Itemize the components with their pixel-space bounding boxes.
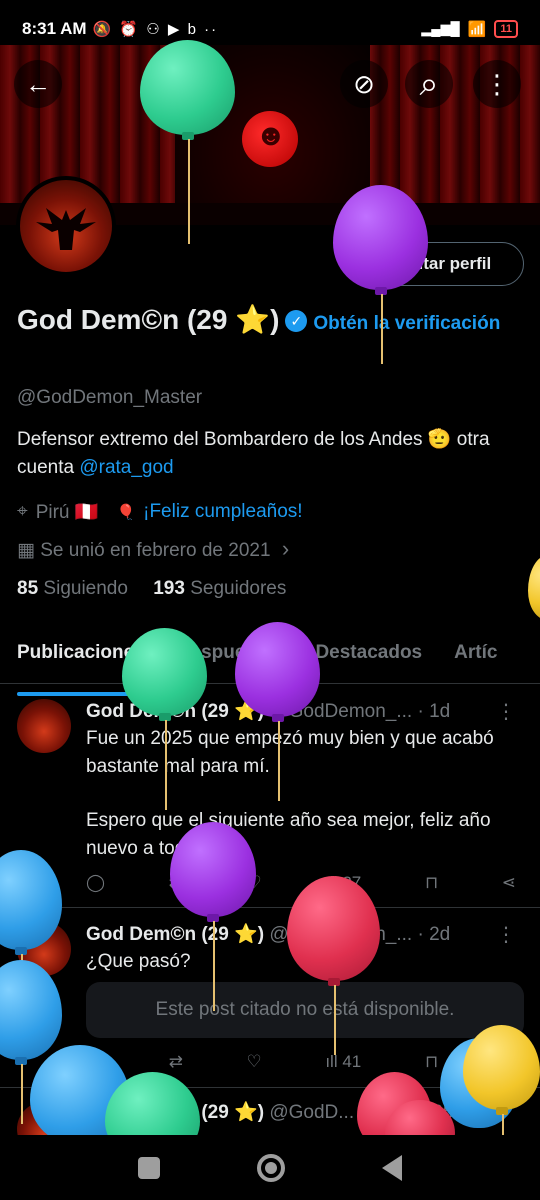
quoted-post-unavailable: Este post citado no está disponible. (86, 982, 524, 1038)
post-text: Fue un 2025 que empezó muy bien y que ac… (86, 728, 494, 777)
followers-link[interactable]: 193 Seguidores (153, 578, 286, 599)
balloon-decoration (528, 555, 540, 620)
search-icon: ⌕ (419, 64, 439, 103)
bookmark-icon[interactable]: ⊓ (425, 1052, 438, 1072)
follow-stats: 85 Siguiendo 193 Seguidores (17, 578, 286, 600)
joined-date: Se unió en febrero de 2021 (40, 540, 271, 561)
demon-silhouette (36, 208, 96, 250)
profile-tabs: Publicaciones Respuestas Destacados Artí… (0, 634, 540, 696)
post-more-icon[interactable]: ⋮ (496, 699, 516, 724)
balloon-icon: 🎈 (116, 504, 136, 521)
hide-icon: ⊘ (353, 68, 375, 99)
post-actions: ◯ ⇄ ♡ ıll 41 ⊓ ⋖ (86, 1052, 516, 1072)
post-author-name: God Dem©n (29 ⭐) (86, 1102, 265, 1123)
profile-meta-row: ⌖ Pirú 🇵🇪 🎈 ¡Feliz cumpleaños! (17, 500, 303, 524)
system-nav-bar (0, 1135, 540, 1200)
following-link[interactable]: 85 Siguiendo (17, 578, 128, 599)
recent-apps-button[interactable] (138, 1156, 161, 1179)
hide-button[interactable]: ⊘ (340, 60, 388, 108)
views-count: 27 (342, 873, 362, 892)
get-verified-link[interactable]: Obtén la verificación (313, 313, 500, 334)
post-author-handle: @GodD... (269, 1102, 355, 1123)
home-button[interactable] (256, 1153, 285, 1182)
location-icon: ⌖ (17, 501, 28, 522)
post-header: God Dem©n (29 ⭐) @GodDemon_... · 2d (86, 922, 526, 946)
tab-publicaciones[interactable]: Publicaciones (17, 634, 145, 696)
views-count: 41 (342, 1052, 362, 1071)
post-author-name: God Dem©n (29 ⭐) (86, 924, 265, 945)
following-count: 85 (17, 578, 39, 599)
post-author-name: God Dem©n (29 ⭐) (86, 701, 265, 722)
bookmark-icon[interactable]: ⊓ (425, 873, 438, 893)
profile-name: God Dem©n (29 ⭐) (17, 304, 280, 335)
reply-icon[interactable]: ◯ (86, 873, 105, 893)
following-label: Siguiendo (43, 578, 128, 599)
back-button[interactable]: ← (14, 60, 62, 108)
more-options-button[interactable]: ⋮ (473, 60, 521, 108)
banner-logo (242, 111, 298, 167)
followers-count: 193 (153, 578, 185, 599)
search-button[interactable]: ⌕ (405, 60, 453, 108)
post-avatar[interactable] (17, 699, 71, 753)
post-time: · 26 dic. 25 (359, 1102, 454, 1123)
like-icon[interactable]: ♡ (246, 1052, 261, 1072)
status-time: 8:31 AM (22, 19, 87, 38)
post-item[interactable]: God Dem©n (29 ⭐) @GodDemon_... · 2d ⋮ ¿Q… (0, 908, 540, 1088)
post-actions: ◯ ⇄ ♡ ıll 27 ⊓ ⋖ (86, 873, 516, 893)
profile-handle: @GodDemon_Master (17, 387, 203, 408)
battery-icon: 11 (494, 20, 518, 38)
post-header: God Dem©n (29 ⭐) @GodDemon_... · 1d (86, 699, 526, 723)
profile-location: Pirú 🇵🇪 (35, 502, 99, 523)
wifi-icon: 📶 (467, 21, 487, 38)
post-more-icon[interactable]: ⋮ (496, 922, 516, 947)
signal-icon: ▂▄▆█ (421, 21, 460, 36)
post-author-handle: @GodDemon_... (269, 701, 413, 722)
birthday-link[interactable]: ¡Feliz cumpleaños! (143, 501, 302, 523)
tab-articulos[interactable]: Artíc (454, 634, 497, 683)
status-bar: 8:31 AM 🔕 ⏰ ⚇ ▶ b ·· ▂▄▆█ 📶 11 (0, 0, 540, 58)
repost-icon[interactable]: ⇄ (169, 873, 183, 893)
post-author-handle: @GodDemon_... (269, 924, 413, 945)
reply-icon[interactable]: ◯ (86, 1052, 105, 1072)
profile-bio: Defensor extremo del Bombardero de los A… (17, 426, 517, 482)
tab-respuestas[interactable]: Respuestas (177, 634, 284, 683)
views-button[interactable]: ıll 27 (325, 873, 361, 893)
views-icon: ıll (325, 1052, 338, 1071)
like-icon[interactable]: ♡ (246, 873, 261, 893)
post-text: ¿Que pasó? (86, 951, 191, 972)
repost-icon[interactable]: ⇄ (169, 1052, 183, 1072)
views-button[interactable]: ıll 41 (325, 1052, 361, 1072)
bio-mention-link[interactable]: @rata_god (79, 457, 173, 478)
followers-label: Seguidores (190, 578, 287, 599)
more-vertical-icon: ⋮ (484, 68, 510, 99)
chevron-right-icon: › (281, 536, 290, 561)
joined-row[interactable]: ▦ Se unió en febrero de 2021 › (17, 536, 289, 562)
system-back-button[interactable] (381, 1154, 402, 1181)
verified-badge-icon: ✓ (285, 310, 308, 332)
post-text-2: Espero que el siguiente año sea mejor, f… (86, 810, 491, 859)
share-icon[interactable]: ⋖ (502, 873, 516, 893)
post-item[interactable]: God Dem©n (29 ⭐) @GodDemon_... · 1d ⋮ Fu… (0, 685, 540, 908)
post-avatar[interactable] (17, 922, 71, 976)
back-arrow-icon: ← (25, 68, 51, 99)
post-time: · 1d (417, 701, 451, 722)
notification-icons: 🔕 ⏰ ⚇ ▶ b ·· (92, 21, 219, 38)
profile-name-line: God Dem©n (29 ⭐) ✓ Obtén la verificación (17, 300, 517, 344)
tab-destacados[interactable]: Destacados (315, 634, 422, 683)
edit-profile-button[interactable]: Editar perfil (364, 242, 524, 286)
share-icon[interactable]: ⋖ (502, 1052, 516, 1072)
post-header: God Dem©n (29 ⭐) @GodD... · 26 dic. 25 (86, 1100, 526, 1124)
calendar-icon: ▦ (17, 540, 35, 561)
post-time: · 2d (417, 924, 451, 945)
views-icon: ıll (325, 873, 338, 892)
profile-avatar[interactable] (16, 176, 116, 276)
